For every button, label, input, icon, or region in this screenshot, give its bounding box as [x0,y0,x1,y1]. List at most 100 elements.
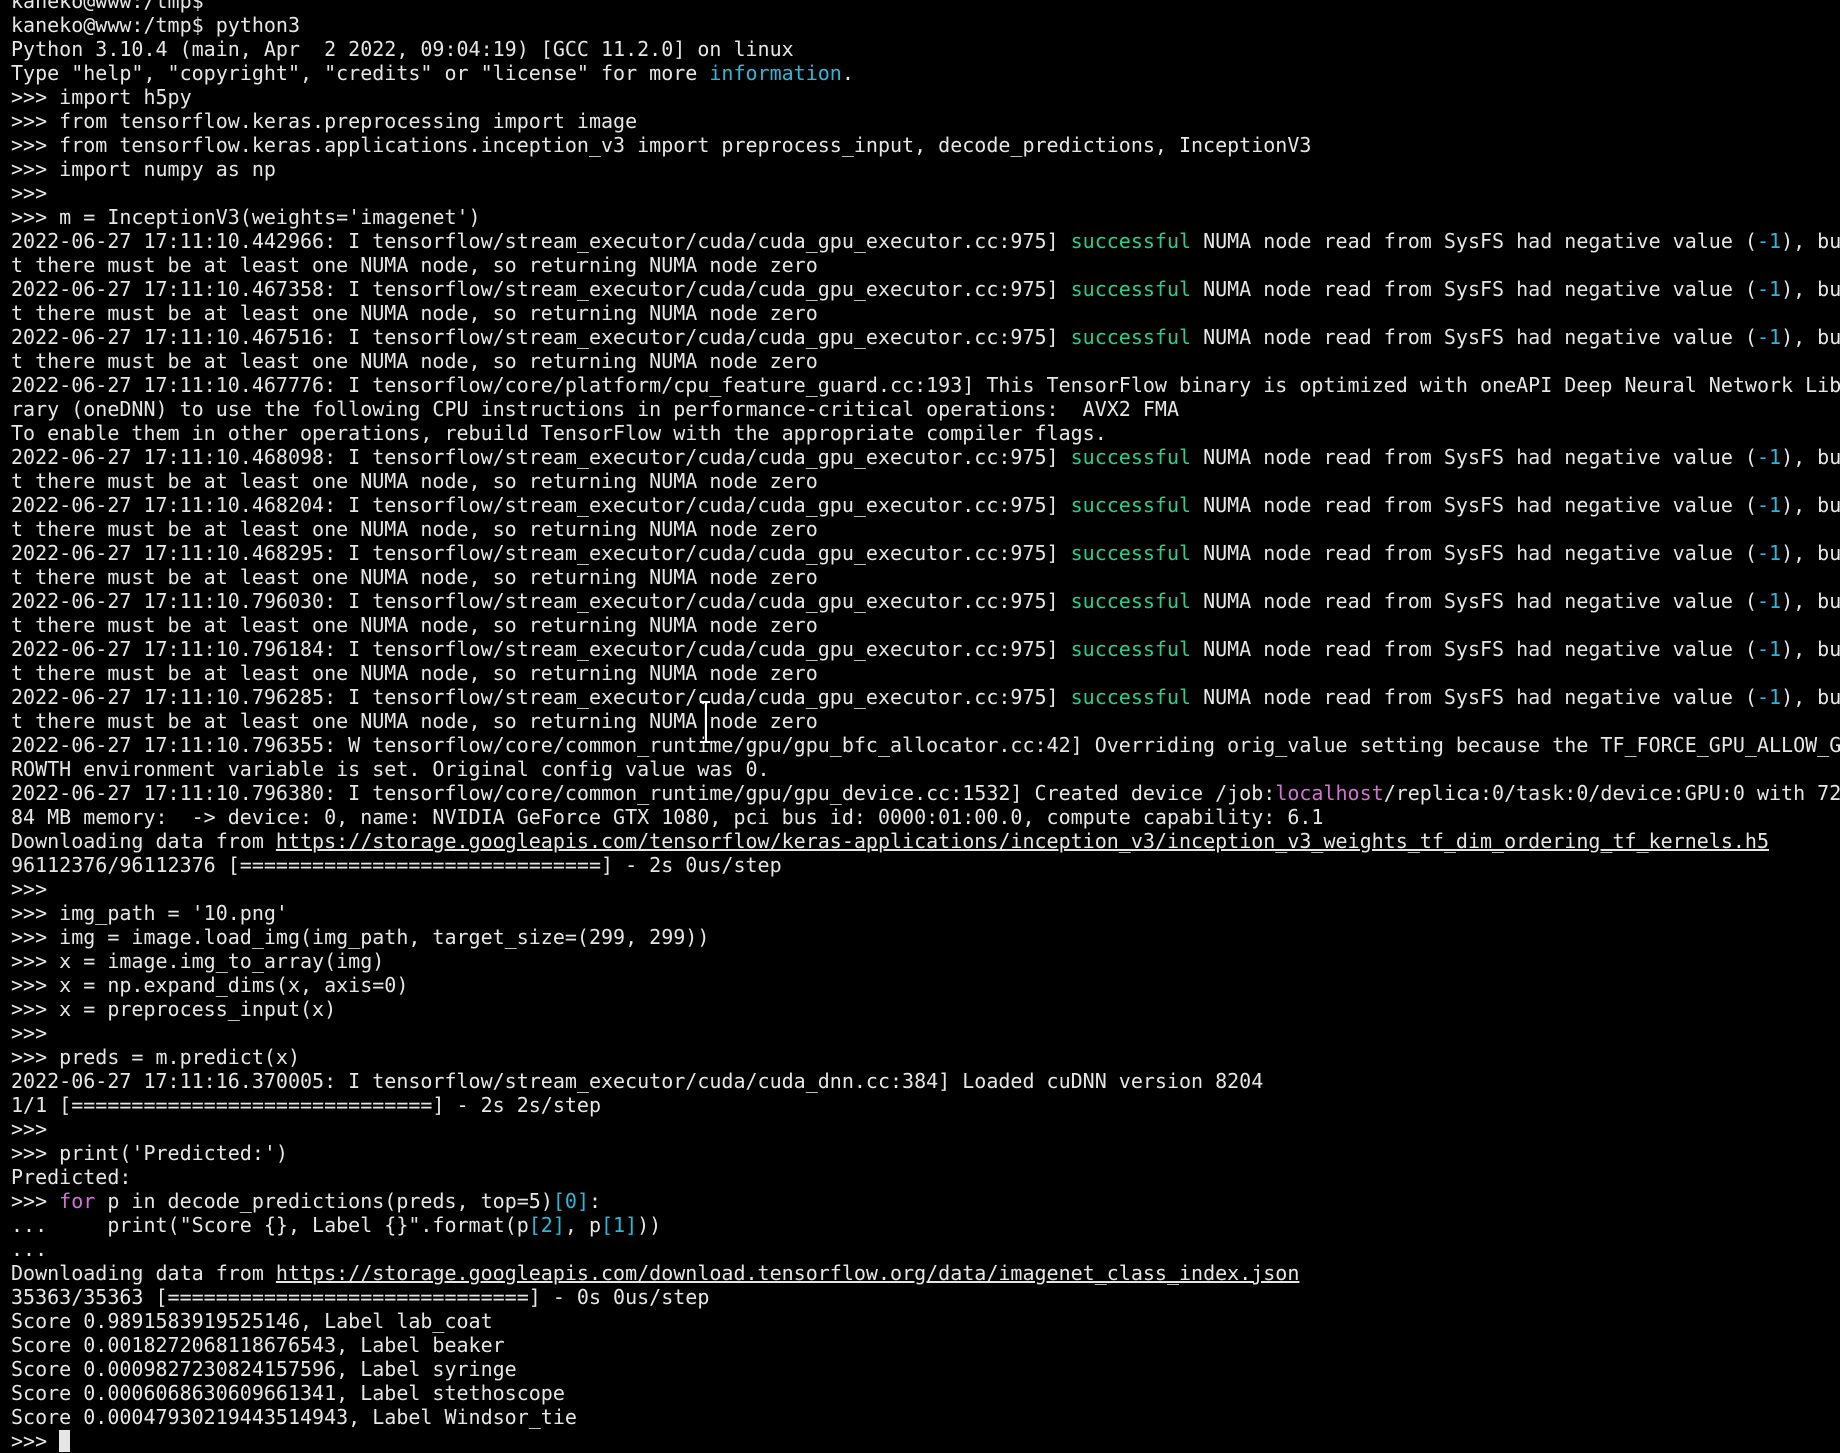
terminal-text: kaneko@www:/tmp$ python3 [11,13,300,37]
terminal-text: 2022-06-27 17:11:10.468098: I tensorflow… [11,445,1071,469]
terminal-text: ), bu [1781,589,1840,613]
terminal-text: -1 [1756,541,1782,565]
terminal-text: ... [11,1237,48,1261]
terminal-text: -1 [1756,685,1782,709]
terminal-text: >>> import numpy as np [11,157,276,181]
terminal-line: 2022-06-27 17:11:10.468204: I tensorflow… [11,493,1840,517]
terminal-text: -1 [1756,229,1782,253]
terminal-text: 2022-06-27 17:11:10.468295: I tensorflow… [11,541,1071,565]
terminal-text: ), bu [1781,685,1840,709]
terminal-line: Downloading data from https://storage.go… [11,1261,1840,1285]
terminal-text: Predicted: [11,1165,132,1189]
terminal-text: >>> import h5py [11,85,192,109]
terminal-text: NUMA node read from SysFS had negative v… [1191,325,1757,349]
terminal-text: >>> [11,181,48,205]
terminal-text: >>> print('Predicted:') [11,1141,288,1165]
terminal-line: 2022-06-27 17:11:10.796355: W tensorflow… [11,733,1840,757]
download-url-link[interactable]: https://storage.googleapis.com/download.… [276,1261,1300,1285]
terminal-line: Score 0.9891583919525146, Label lab_coat [11,1309,1840,1333]
terminal-line: 2022-06-27 17:11:10.796285: I tensorflow… [11,685,1840,709]
terminal-text: ), bu [1781,541,1840,565]
terminal-text: NUMA node read from SysFS had negative v… [1191,229,1757,253]
terminal-line: >>> img = image.load_img(img_path, targe… [11,925,1840,949]
terminal-text: -1 [1756,493,1782,517]
terminal-line: >>> [11,1429,1840,1453]
terminal-text: t there must be at least one NUMA node, … [11,301,818,325]
terminal-text: >>> [11,1021,48,1045]
terminal-text: Score 0.0018272068118676543, Label beake… [11,1333,505,1357]
terminal-line: >>> [11,1021,1840,1045]
terminal-text: 1/1 [==============================] - 2… [11,1093,602,1117]
terminal-text: >>> x = np.expand_dims(x, axis=0) [11,973,409,997]
terminal-text: , p [564,1213,602,1237]
terminal-text: : [588,1189,602,1213]
terminal-text: ), bu [1781,325,1840,349]
terminal-text: ), bu [1781,229,1840,253]
terminal-text: t there must be at least one NUMA node, … [11,253,818,277]
terminal-line: t there must be at least one NUMA node, … [11,565,1840,589]
terminal-line: >>> x = np.expand_dims(x, axis=0) [11,973,1840,997]
terminal-text: ROWTH environment variable is set. Origi… [11,757,770,781]
terminal-line: Downloading data from https://storage.go… [11,829,1840,853]
terminal-line: >>> img_path = '10.png' [11,901,1840,925]
terminal-text: NUMA node read from SysFS had negative v… [1191,589,1757,613]
terminal-text: [0] [552,1189,589,1213]
terminal-text: successful [1070,637,1192,661]
terminal-line: kaneko@www:/tmp$ python3 [11,13,1840,37]
terminal-text: successful [1070,229,1192,253]
terminal-text: ), bu [1781,637,1840,661]
terminal-text: 2022-06-27 17:11:10.796184: I tensorflow… [11,637,1071,661]
terminal-line: >>> import numpy as np [11,157,1840,181]
terminal-text: kaneko@www:/tmp$ [11,0,204,13]
terminal-line: 84 MB memory: -> device: 0, name: NVIDIA… [11,805,1840,829]
terminal-text: successful [1070,325,1192,349]
terminal-text: ), bu [1781,493,1840,517]
terminal-text: ), bu [1781,445,1840,469]
terminal-text: ... print("Score {}, Label {}".format(p [11,1213,529,1237]
terminal-line: >>> print('Predicted:') [11,1141,1840,1165]
download-url-link[interactable]: https://storage.googleapis.com/tensorflo… [276,829,1769,853]
terminal-text: )) [637,1213,662,1237]
terminal-text: Downloading data from [11,829,276,853]
terminal-line: To enable them in other operations, rebu… [11,421,1840,445]
terminal-line: ROWTH environment variable is set. Origi… [11,757,1840,781]
terminal-text: t there must be at least one NUMA node, … [11,469,818,493]
terminal-text: successful [1070,493,1192,517]
terminal-text: NUMA node read from SysFS had negative v… [1191,445,1757,469]
terminal-line: t there must be at least one NUMA node, … [11,253,1840,277]
terminal-text: localhost [1275,781,1384,805]
terminal-text: successful [1070,589,1192,613]
terminal-text: Score 0.9891583919525146, Label lab_coat [11,1309,493,1333]
terminal-line: 2022-06-27 17:11:10.442966: I tensorflow… [11,229,1840,253]
terminal-line: >>> m = InceptionV3(weights='imagenet') [11,205,1840,229]
terminal-line: Python 3.10.4 (main, Apr 2 2022, 09:04:1… [11,37,1840,61]
terminal-line: Score 0.0006068630609661341, Label steth… [11,1381,1840,1405]
terminal-text: >>> from tensorflow.keras.preprocessing … [11,109,638,133]
terminal-text: >>> [11,1189,60,1213]
terminal-text: >>> [11,1429,60,1453]
terminal-cursor [59,1430,71,1452]
terminal-line: >>> for p in decode_predictions(preds, t… [11,1189,1840,1213]
terminal-line: >>> x = preprocess_input(x) [11,997,1840,1021]
terminal-text: >>> [11,877,48,901]
terminal-text: successful [1070,541,1192,565]
terminal-text: . [841,61,854,85]
terminal-window[interactable]: kaneko@www:/tmp$ kaneko@www:/tmp$ python3… [0,0,1840,1453]
terminal-line: >>> [11,181,1840,205]
terminal-line: kaneko@www:/tmp$ [11,0,1840,13]
terminal-text: NUMA node read from SysFS had negative v… [1191,493,1757,517]
terminal-line: >>> [11,877,1840,901]
terminal-line: t there must be at least one NUMA node, … [11,709,1840,733]
terminal-line: t there must be at least one NUMA node, … [11,469,1840,493]
terminal-text: t there must be at least one NUMA node, … [11,661,818,685]
terminal-text: >>> from tensorflow.keras.applications.i… [11,133,1312,157]
terminal-text: Type "help", "copyright", "credits" or "… [11,61,710,85]
terminal-text: NUMA node read from SysFS had negative v… [1191,637,1757,661]
terminal-text: Downloading data from [11,1261,276,1285]
terminal-text: 2022-06-27 17:11:10.796355: W tensorflow… [11,733,1840,757]
terminal-text: >>> img = image.load_img(img_path, targe… [11,925,710,949]
terminal-line: ... [11,1237,1840,1261]
terminal-text: Score 0.0006068630609661341, Label steth… [11,1381,565,1405]
terminal-text: 2022-06-27 17:11:10.796285: I tensorflow… [11,685,1071,709]
terminal-text: -1 [1756,277,1782,301]
